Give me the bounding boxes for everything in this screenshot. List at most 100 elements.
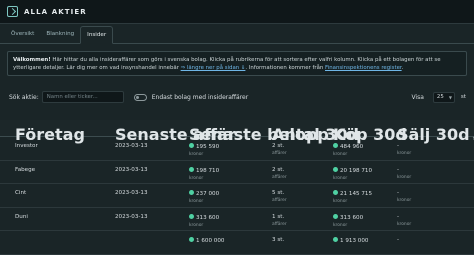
cell-company-value: Investor [15,143,38,149]
table-row[interactable]: 1 600 000 3 st. 1 913 000 - [0,231,474,255]
trend-up-icon [333,190,338,195]
cell-company-value: Duni [15,213,28,220]
info-text-2: ytterligare detaljer. Lär dig mer om vad… [13,65,181,71]
cell-sell-value: - [397,143,400,149]
cell-count-unit: affärer [272,198,287,203]
cell-count-unit: affärer [272,151,287,156]
insider-only-toggle[interactable] [133,93,147,101]
cell-date-value: 2023-03-13 [115,166,148,173]
cell-count: 3 st. [272,237,284,245]
info-box: Välkommen! Här hittar du alla insideraff… [7,51,467,76]
cell-count: 2 st. affärer [272,143,287,156]
cell-count: 2 st. affärer [272,167,287,180]
tab-insider[interactable]: Insider [80,26,114,44]
cell-buy: 484 960 kronor [333,143,363,157]
cell-date: 2023-03-13 [115,190,148,196]
cell-date-value: 2023-03-13 [115,143,148,149]
table-row[interactable]: Cint 2023-03-13 237 000 kronor 5 st. affärer 2… [0,184,474,208]
cell-company: Cint [15,190,26,196]
cell-company: Fabege [15,167,35,173]
cell-amount: 198 710 kronor [189,166,220,181]
cell-amount-value: 237 000 [196,191,220,197]
app-header: ALLA AKTIER [0,0,474,24]
cell-count-value: 1 st. [272,213,285,220]
cell-sell-value: - [397,166,400,173]
cell-sell: - [397,237,399,245]
app-logo-icon [7,6,18,17]
cell-count: 1 st. affärer [272,214,287,227]
cell-amount-value: 198 710 [196,167,220,174]
search-input[interactable] [41,91,124,103]
cell-buy: 1 913 000 [333,237,368,246]
table-row[interactable]: Duni 2023-03-13 313 600 kronor 1 st. affärer 3… [0,208,474,231]
cell-count-value: 3 st. [272,237,285,243]
cell-company: Investor [15,143,38,149]
cell-buy-unit: kronor [333,222,348,228]
cell-company: Duni [15,214,28,220]
cell-date: 2023-03-13 [115,214,148,220]
cell-buy-value: 20 198 710 [340,167,373,174]
tab-bar: Översikt Blankning Insider [0,26,474,44]
toggle-label: Endast bolag med insideraffärer [151,93,249,101]
cell-amount: 313 600 kronor [189,213,220,228]
cell-count: 5 st. affärer [272,190,287,203]
cell-sell-value: - [397,237,400,243]
cell-buy-value: 1 913 000 [340,238,369,244]
trend-up-icon [189,166,194,172]
cell-amount-value: 1 600 000 [196,238,225,244]
fi-register-link[interactable]: Finansinspektionens register [325,65,402,71]
cell-sell: - kronor [397,167,411,180]
info-text-1: Här hittar du alla insideraffärer som gö… [50,57,441,63]
cell-sell: - kronor [397,190,411,203]
trend-up-icon [333,213,338,219]
cell-count-unit: affärer [272,174,287,180]
chevron-down-icon: ▼ [448,94,452,100]
trend-up-icon [189,143,194,148]
cell-buy-value: 484 960 [340,144,364,150]
cell-buy: 21 145 715 kronor [333,190,372,204]
page-size-value: 25 [436,94,444,100]
table-row[interactable]: Investor 2023-03-13 195 590 kronor 2 st. affä… [0,137,474,161]
tab-oversikt[interactable]: Översikt [5,26,40,43]
cell-sell-value: - [397,190,400,196]
trend-up-icon [333,237,338,242]
cell-sell-unit: kronor [397,151,412,156]
cell-date: 2023-03-13 [115,167,148,173]
info-text-3: . Informationen kommer från [245,65,326,71]
tab-blankning[interactable]: Blankning [40,26,80,43]
cell-buy-value: 313 600 [340,214,364,221]
table-header: Företag Senaste affär ▾ Senaste belopp ⇅ A… [0,120,474,144]
cell-count-unit: affärer [272,221,287,227]
cell-buy: 313 600 kronor [333,213,364,228]
cell-amount-value: 195 590 [196,144,220,150]
trend-up-icon [189,237,194,242]
cell-amount: 237 000 kronor [189,190,219,204]
trend-up-icon [333,166,338,172]
info-text-4: . [401,65,404,71]
table-row[interactable]: Fabege 2023-03-13 198 710 kronor 2 st. affäre… [0,161,474,184]
search-label: Sök aktie: [9,93,39,101]
info-welcome: Välkommen! [13,57,51,63]
cell-sell-unit: kronor [397,198,412,203]
cell-buy: 20 198 710 kronor [333,166,373,181]
cell-buy-unit: kronor [333,175,348,181]
learn-more-link[interactable]: ⇒ längre ner på sidan ⇓ [181,65,246,71]
cell-sell: - kronor [397,214,411,227]
show-label: Visa [411,93,424,101]
cell-date: 2023-03-13 [115,143,148,149]
show-suffix: st [460,94,466,100]
cell-sell-unit: kronor [397,174,412,180]
cell-amount-unit: kronor [189,175,204,181]
cell-date-value: 2023-03-13 [115,190,148,196]
page-title: ALLA AKTIER [24,7,87,16]
trend-up-icon [189,213,194,219]
page-size-select[interactable]: 25 ▼ [432,91,455,103]
cell-buy-unit: kronor [333,199,348,204]
cell-amount: 195 590 kronor [189,143,219,157]
cell-sell-unit: kronor [397,221,412,227]
cell-amount: 1 600 000 [189,237,224,246]
cell-amount-value: 313 600 [196,214,220,221]
cell-date-value: 2023-03-13 [115,213,148,220]
table-controls: Sök aktie: Endast bolag med insideraffär… [0,88,474,106]
cell-count-value: 5 st. [272,190,285,196]
